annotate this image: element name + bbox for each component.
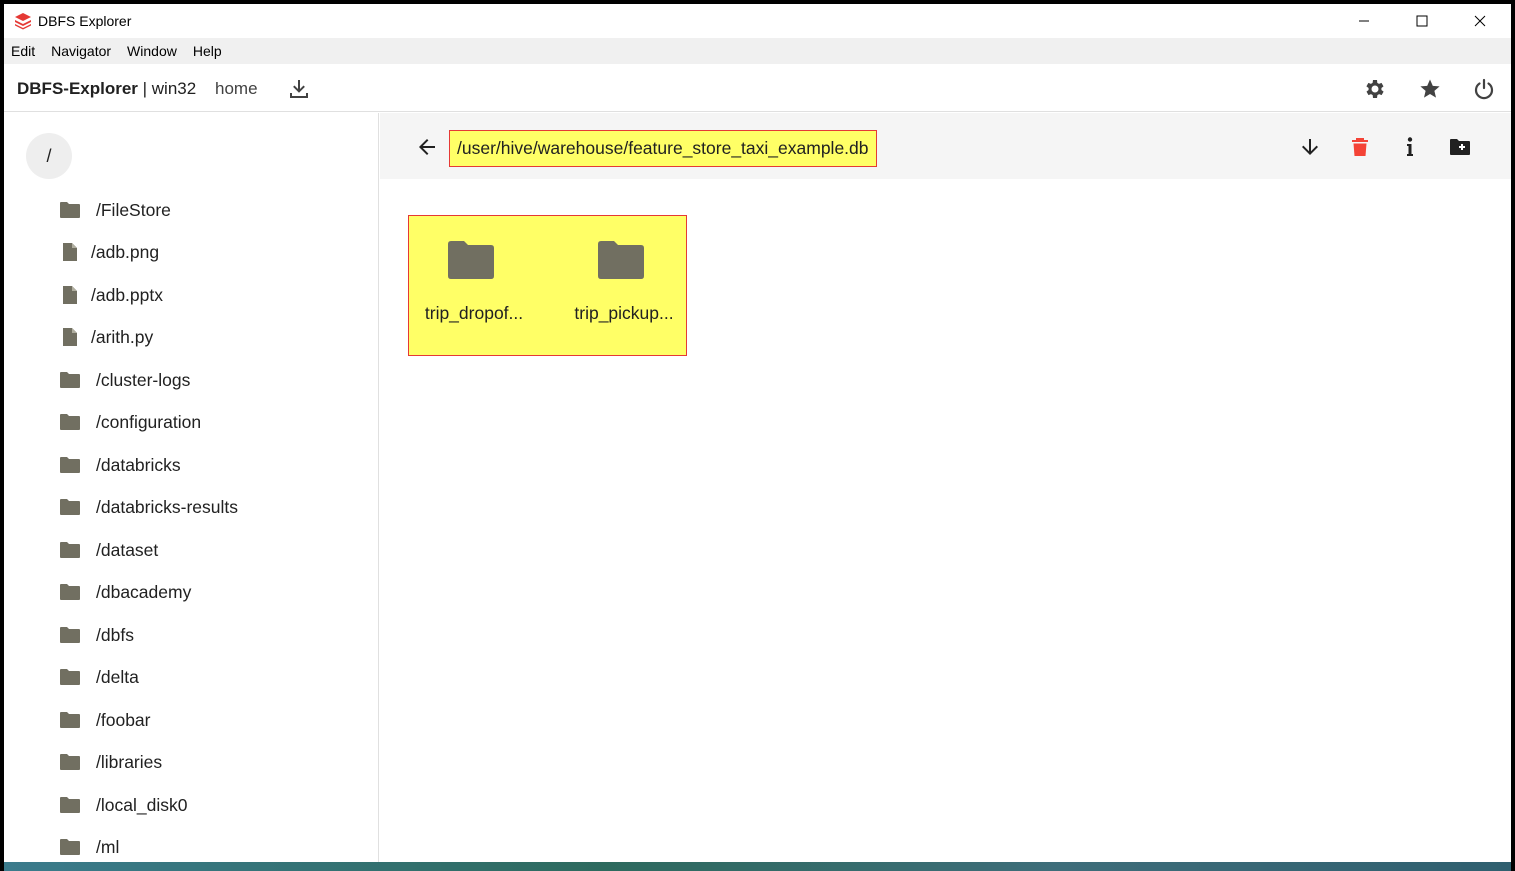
taskbar-strip xyxy=(4,862,1511,871)
dbfs-logo-icon xyxy=(15,13,31,30)
grid-item-trip-dropoff[interactable]: trip_dropof... xyxy=(409,216,549,355)
main-panel: /user/hive/warehouse/feature_store_taxi_… xyxy=(380,113,1511,864)
sidebar-item-ml[interactable]: /ml xyxy=(59,832,119,862)
folder-icon xyxy=(59,539,81,561)
file-icon xyxy=(59,326,81,348)
sidebar-item-label: /dataset xyxy=(96,539,159,560)
folder-icon xyxy=(59,454,81,476)
info-icon xyxy=(1407,137,1413,156)
download-button[interactable] xyxy=(1298,135,1322,159)
sidebar-item-label: /dbacademy xyxy=(96,581,192,602)
sidebar-item-label: /databricks-results xyxy=(96,496,238,517)
app-brand: DBFS-Explorer | win32 xyxy=(17,79,196,99)
close-icon xyxy=(1474,15,1486,27)
info-button[interactable] xyxy=(1398,135,1422,159)
app-window: DBFS Explorer Edit Navigator Window Help… xyxy=(4,4,1511,864)
title-bar: DBFS Explorer xyxy=(4,4,1511,38)
brand-platform: | win32 xyxy=(137,79,197,98)
sidebar-item-dataset[interactable]: /dataset xyxy=(59,535,158,565)
download-icon[interactable] xyxy=(287,77,311,101)
sidebar-item-label: /foobar xyxy=(96,709,151,730)
sidebar-item-label: /delta xyxy=(96,666,139,687)
sidebar-item-label: /cluster-logs xyxy=(96,369,191,390)
folder-icon xyxy=(59,199,81,221)
maximize-icon xyxy=(1416,15,1428,27)
minimize-button[interactable] xyxy=(1335,4,1393,38)
grid-item-label: trip_dropof... xyxy=(424,303,524,323)
brand-name: DBFS-Explorer xyxy=(17,79,138,98)
folder-icon xyxy=(59,624,81,646)
window-title: DBFS Explorer xyxy=(38,13,132,29)
folder-icon xyxy=(59,369,81,391)
sidebar-item-dbfs[interactable]: /dbfs xyxy=(59,620,134,650)
sidebar-item-local-disk0[interactable]: /local_disk0 xyxy=(59,790,187,820)
delete-button[interactable] xyxy=(1348,135,1372,159)
sidebar-item-filestore[interactable]: /FileStore xyxy=(59,195,171,225)
grid-item-label: trip_pickup... xyxy=(574,303,674,323)
close-button[interactable] xyxy=(1451,4,1509,38)
folder-icon xyxy=(59,794,81,816)
file-icon xyxy=(59,284,81,306)
sidebar-item-label: /libraries xyxy=(96,751,163,772)
folder-icon xyxy=(59,496,81,518)
sidebar-item-label: /local_disk0 xyxy=(96,794,188,815)
sidebar-item-label: /FileStore xyxy=(96,199,171,220)
root-directory-button[interactable]: / xyxy=(26,133,72,179)
sidebar-item-cluster-logs[interactable]: /cluster-logs xyxy=(59,365,190,395)
maximize-button[interactable] xyxy=(1393,4,1451,38)
selected-items-area: trip_dropof... trip_pickup... xyxy=(408,215,687,356)
sidebar-item-libraries[interactable]: /libraries xyxy=(59,747,162,777)
menu-window[interactable]: Window xyxy=(127,43,177,59)
folder-plus-icon xyxy=(1450,139,1470,155)
power-icon[interactable] xyxy=(1472,77,1496,101)
menu-edit[interactable]: Edit xyxy=(11,43,35,59)
arrow-left-icon[interactable] xyxy=(415,135,439,159)
folder-icon xyxy=(59,581,81,603)
grid-item-trip-pickup[interactable]: trip_pickup... xyxy=(559,216,699,355)
folder-icon xyxy=(59,751,81,773)
folder-icon xyxy=(59,666,81,688)
sidebar-item-label: /configuration xyxy=(96,411,202,432)
path-bar: /user/hive/warehouse/feature_store_taxi_… xyxy=(380,113,1511,179)
app-toolbar: DBFS-Explorer | win32 home xyxy=(4,64,1511,112)
folder-icon xyxy=(59,836,81,858)
sidebar-item-arith-py[interactable]: /arith.py xyxy=(59,322,153,352)
sidebar-item-databricks-results[interactable]: /databricks-results xyxy=(59,492,238,522)
root-label: / xyxy=(46,145,52,166)
sidebar-item-label: /arith.py xyxy=(91,326,154,347)
file-icon xyxy=(59,241,81,263)
home-link[interactable]: home xyxy=(215,79,258,99)
folder-icon xyxy=(59,709,81,731)
sidebar-item-label: /ml xyxy=(96,836,120,857)
arrow-down-icon xyxy=(1302,139,1318,155)
sidebar-item-label: /dbfs xyxy=(96,624,134,645)
minimize-icon xyxy=(1359,20,1369,22)
star-icon[interactable] xyxy=(1418,77,1442,101)
sidebar-item-adb-png[interactable]: /adb.png xyxy=(59,237,159,267)
trash-icon xyxy=(1352,138,1368,156)
sidebar-item-configuration[interactable]: /configuration xyxy=(59,407,201,437)
menu-bar: Edit Navigator Window Help xyxy=(4,38,1511,64)
gear-icon[interactable] xyxy=(1363,77,1387,101)
sidebar-item-label: /databricks xyxy=(96,454,181,475)
new-folder-button[interactable] xyxy=(1448,135,1472,159)
current-path-input[interactable]: /user/hive/warehouse/feature_store_taxi_… xyxy=(449,130,877,167)
sidebar-item-delta[interactable]: /delta xyxy=(59,662,139,692)
sidebar-item-label: /adb.pptx xyxy=(91,284,163,305)
sidebar-item-label: /adb.png xyxy=(91,241,160,262)
sidebar-item-dbacademy[interactable]: /dbacademy xyxy=(59,577,191,607)
menu-help[interactable]: Help xyxy=(193,43,222,59)
sidebar-item-adb-pptx[interactable]: /adb.pptx xyxy=(59,280,163,310)
folder-icon xyxy=(448,241,494,279)
menu-navigator[interactable]: Navigator xyxy=(51,43,111,59)
folder-icon xyxy=(59,411,81,433)
sidebar-item-databricks[interactable]: /databricks xyxy=(59,450,181,480)
folder-icon xyxy=(598,241,644,279)
sidebar: / /FileStore /adb.png /adb.pptx /arith.p… xyxy=(4,113,379,864)
sidebar-item-foobar[interactable]: /foobar xyxy=(59,705,150,735)
